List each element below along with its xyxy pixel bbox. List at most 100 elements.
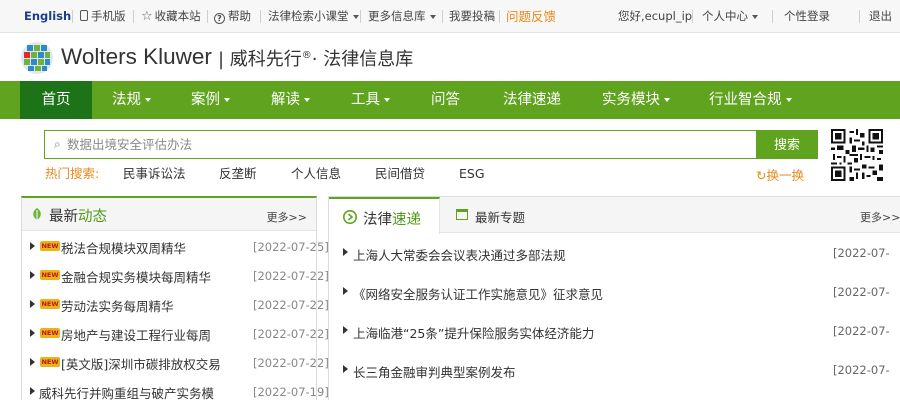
search-input[interactable]	[67, 133, 747, 156]
divider	[133, 10, 134, 23]
more-link[interactable]: 更多>>	[267, 209, 307, 225]
news-title: 金融合规实务模块每周精华	[61, 270, 212, 285]
news-date: [2022-07-19]	[253, 385, 329, 399]
hot-search-term[interactable]: 民间借贷	[375, 165, 425, 183]
refresh-label: 换一换	[766, 168, 804, 183]
news-date: [2022-07-22]	[253, 298, 329, 312]
divider	[859, 10, 860, 23]
favorite-link[interactable]: ☆ 收藏本站	[141, 0, 201, 33]
english-link[interactable]: English	[24, 0, 71, 33]
divider	[72, 10, 73, 23]
list-item[interactable]: NEW 劳动法实务每周精华 [2022-07-22]	[22, 290, 329, 319]
nav-item-regulations[interactable]: 法规	[112, 81, 151, 119]
hot-search-term[interactable]: 个人信息	[291, 165, 341, 183]
hot-search-term[interactable]: 反垄断	[219, 165, 257, 183]
nav-item-tools[interactable]: 工具	[351, 81, 390, 119]
news-title: 威科先行并购重组与破产实务模	[39, 386, 215, 400]
personal-center-label: 个人中心	[702, 9, 748, 23]
chevron-down-icon	[664, 98, 670, 102]
list-item[interactable]: 长三角金融审判典型案例发布 [2022-07-	[329, 351, 900, 389]
list-item[interactable]: NEW [英文版]深圳市碳排放权交易 [2022-07-22]	[22, 348, 329, 377]
chevron-down-icon	[352, 14, 359, 19]
divider	[499, 10, 500, 23]
bullet-icon	[30, 271, 35, 279]
express-title: 《网络安全服务认证工作实施意见》征求意见	[353, 287, 604, 302]
product-name: | 威科先行®· 法律信息库	[218, 49, 414, 70]
nav-item-qa[interactable]: 问答	[431, 81, 460, 119]
bullet-icon	[30, 329, 35, 337]
personal-center-menu[interactable]: 个人中心	[702, 0, 758, 33]
mobile-label: 手机版	[91, 9, 126, 23]
law-express-panel: 法律速递 最新专题 更多>> 上海人大常委会会议表决通过多部法规 [2022-0…	[328, 196, 900, 400]
list-item[interactable]: NEW 税法合规模块双周精华 [2022-07-25]	[22, 232, 329, 261]
chevron-down-icon	[384, 98, 390, 102]
tab-law-express[interactable]: 法律速递	[329, 197, 440, 234]
tab-latest-topics[interactable]: 最新专题	[441, 197, 541, 233]
nav-item-practice-modules[interactable]: 实务模块	[602, 81, 670, 119]
bullet-icon	[343, 287, 348, 295]
bullet-icon	[30, 387, 35, 395]
list-item[interactable]: 威科先行并购重组与破产实务模 [2022-07-19]	[22, 377, 329, 400]
divider	[692, 10, 693, 23]
help-link[interactable]: ? 帮助	[214, 0, 251, 33]
list-item[interactable]: 《网络安全服务认证工作实施意见》征求意见 [2022-07-	[329, 273, 900, 311]
registered-mark: ®	[301, 50, 312, 61]
chevron-down-icon	[785, 98, 792, 102]
list-item[interactable]: NEW 金融合规实务模块每周精华 [2022-07-22]	[22, 261, 329, 290]
divider	[360, 10, 361, 23]
personal-login-link[interactable]: 个性登录	[784, 0, 830, 33]
chevron-down-icon	[224, 98, 230, 102]
list-item[interactable]: 上海人大常委会会议表决通过多部法规 [2022-07-	[329, 234, 900, 272]
tab-label: 法律速递	[363, 208, 421, 229]
help-icon: ?	[214, 13, 225, 24]
nav-item-interpretation[interactable]: 解读	[271, 81, 310, 119]
more-info-menu[interactable]: 更多信息库	[368, 0, 436, 33]
chevron-down-icon	[304, 98, 310, 102]
main-nav: 首页 法规 案例 解读 工具 问答 法律速递 实务模块 行业智合规	[0, 81, 900, 119]
chevron-down-icon	[145, 98, 151, 102]
logout-link[interactable]: 退出	[869, 0, 892, 33]
hot-search-term[interactable]: 民事诉讼法	[123, 165, 186, 183]
refresh-icon: ↻	[756, 168, 767, 183]
nav-item-cases[interactable]: 案例	[191, 81, 230, 119]
wolters-kluwer-logo-icon[interactable]	[20, 41, 54, 75]
express-date: [2022-07-	[833, 285, 890, 299]
product-name-main: 威科先行	[229, 49, 302, 70]
nav-label: 解读	[271, 92, 300, 108]
mobile-link[interactable]: 手机版	[80, 0, 126, 33]
more-link[interactable]: 更多>>	[860, 209, 900, 225]
phone-icon	[80, 10, 88, 21]
divider	[772, 10, 773, 23]
nav-item-industry-compliance[interactable]: 行业智合规	[709, 81, 792, 119]
news-title: 房地产与建设工程行业每周	[61, 328, 212, 343]
hot-search-term[interactable]: ESG	[459, 165, 485, 183]
nav-item-home[interactable]: 首页	[20, 81, 92, 119]
news-date: [2022-07-22]	[253, 356, 329, 370]
help-label: 帮助	[228, 9, 251, 23]
nav-label: 工具	[351, 92, 380, 108]
express-title: 上海人大常委会会议表决通过多部法规	[353, 248, 566, 263]
news-date: [2022-07-25]	[253, 240, 329, 254]
bullet-icon	[30, 300, 35, 308]
chevron-down-icon	[752, 14, 758, 19]
law-class-menu[interactable]: 法律检索小课堂	[268, 0, 359, 33]
new-badge: NEW	[40, 357, 60, 367]
list-item[interactable]: NEW 房地产与建设工程行业每周 [2022-07-22]	[22, 319, 329, 348]
search-icon: ⌕	[54, 137, 61, 151]
news-title: [英文版]深圳市碳排放权交易	[61, 357, 221, 372]
user-greeting: 您好,ecupl_ip	[618, 9, 693, 23]
search-button[interactable]: 搜索	[756, 130, 818, 159]
feedback-link[interactable]: 问题反馈	[506, 0, 556, 33]
list-item[interactable]: 上海临港“25条”提升保险服务实体经济能力 [2022-07-	[329, 312, 900, 350]
submit-link[interactable]: 我要投稿	[449, 0, 495, 33]
top-utility-bar: English 手机版 ☆ 收藏本站 ? 帮助 法律检索小课堂 更多信息库 我要投稿…	[0, 0, 900, 33]
divider	[442, 10, 443, 23]
nav-label: 实务模块	[602, 92, 660, 108]
nav-item-law-express[interactable]: 法律速递	[503, 81, 561, 119]
panel-title-prefix: 最新	[49, 209, 78, 225]
star-icon: ☆	[141, 9, 153, 24]
divider	[260, 10, 261, 23]
search-box: ⌕	[44, 130, 757, 159]
refresh-hot-button[interactable]: ↻换一换	[756, 165, 804, 184]
product-name-suffix: · 法律信息库	[311, 49, 414, 70]
